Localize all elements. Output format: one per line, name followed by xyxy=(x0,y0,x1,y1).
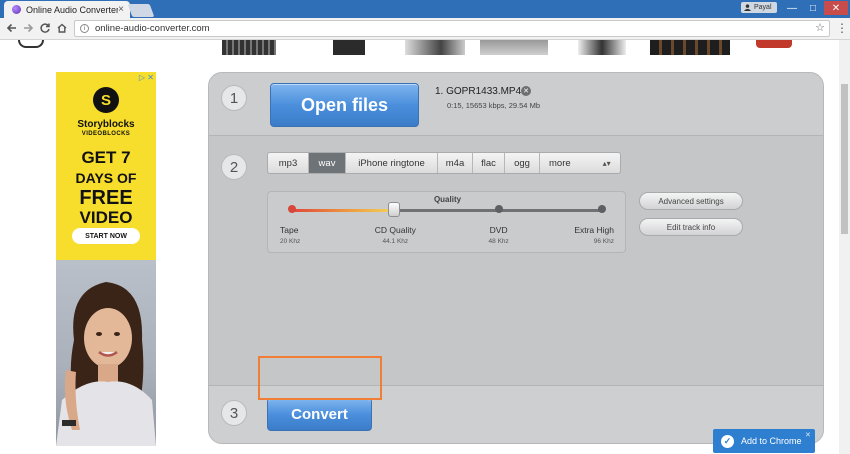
banner-product-image[interactable] xyxy=(405,40,465,55)
banner-product-image[interactable] xyxy=(756,40,792,48)
format-more-dropdown[interactable]: more ▴▾ xyxy=(540,153,620,173)
format-selector: mp3 wav iPhone ringtone m4a flac ogg mor… xyxy=(267,152,621,174)
maximize-button[interactable]: □ xyxy=(803,1,823,15)
edit-track-info-button[interactable]: Edit track info xyxy=(639,218,743,236)
site-logo-icon[interactable] xyxy=(18,40,44,48)
quality-track-fill xyxy=(292,209,395,212)
ad-headline-line: FREE xyxy=(79,187,133,209)
profile-name: Payal xyxy=(754,4,772,11)
close-popup-icon[interactable]: ✕ xyxy=(805,431,811,439)
remove-file-icon[interactable]: ✕ xyxy=(521,86,531,96)
quality-stop-tape: Tape xyxy=(280,225,299,235)
browser-tab[interactable]: Online Audio Converter × xyxy=(4,1,130,18)
quality-stop-dvd: DVD xyxy=(489,225,508,235)
reload-icon[interactable] xyxy=(37,20,53,36)
quality-tick[interactable] xyxy=(494,205,503,213)
quality-tick[interactable] xyxy=(598,205,606,213)
file-meta: 0:15, 15653 kbps, 29.54 Mb xyxy=(447,101,540,110)
quality-stop-khz: 96 Khz xyxy=(593,238,614,245)
quality-stop-cd: CD Quality xyxy=(374,225,416,235)
star-icon[interactable]: ☆ xyxy=(815,21,825,34)
page-scrollbar[interactable] xyxy=(839,40,850,454)
format-wav[interactable]: wav xyxy=(309,153,346,173)
minimize-button[interactable]: — xyxy=(782,1,802,15)
tab-title: Online Audio Converter xyxy=(26,4,119,15)
step-2-number: 2 xyxy=(221,154,247,180)
tab-close-icon[interactable]: × xyxy=(118,4,124,15)
format-iphone-ringtone[interactable]: iPhone ringtone xyxy=(346,153,438,173)
quality-stop-khz: 48 Khz xyxy=(488,238,509,245)
back-arrow-icon[interactable] xyxy=(4,20,20,36)
banner-product-image[interactable] xyxy=(578,40,626,55)
convert-button-highlight xyxy=(258,356,382,400)
advertisement[interactable]: ▷ ✕ S Storyblocks VIDEOBLOCKS GET 7 DAYS… xyxy=(56,72,156,446)
quality-slider-handle[interactable] xyxy=(388,202,401,217)
user-icon xyxy=(744,4,751,11)
menu-dots-icon[interactable]: ⋮ xyxy=(836,21,848,35)
format-more-label: more xyxy=(549,157,571,169)
dropdown-arrows-icon: ▴▾ xyxy=(602,158,611,168)
address-bar[interactable]: i online-audio-converter.com ☆ xyxy=(74,20,830,37)
format-m4a[interactable]: m4a xyxy=(438,153,473,173)
close-window-button[interactable]: ✕ xyxy=(824,1,848,15)
banner-product-image[interactable] xyxy=(222,40,276,55)
ad-cta-button[interactable]: START NOW xyxy=(72,228,140,244)
open-files-button[interactable]: Open files xyxy=(270,83,419,127)
format-flac[interactable]: flac xyxy=(473,153,505,173)
woman-portrait-image xyxy=(56,282,156,446)
new-tab-button[interactable] xyxy=(127,4,155,17)
quality-stop-khz: 44.1 Khz xyxy=(382,238,409,245)
forward-arrow-icon[interactable] xyxy=(20,20,36,36)
format-ogg[interactable]: ogg xyxy=(505,153,540,173)
chrome-extension-icon: ✓ xyxy=(721,434,734,448)
banner-product-image[interactable] xyxy=(480,40,548,55)
url-text: online-audio-converter.com xyxy=(95,23,210,34)
home-icon[interactable] xyxy=(54,20,70,36)
quality-title: Quality xyxy=(433,195,462,204)
add-to-chrome-label: Add to Chrome xyxy=(741,436,802,446)
banner-product-image[interactable] xyxy=(333,40,365,55)
ad-banner[interactable]: ▷ ✕ S Storyblocks VIDEOBLOCKS GET 7 DAYS… xyxy=(56,72,156,260)
info-icon[interactable]: i xyxy=(80,24,89,33)
advanced-settings-button[interactable]: Advanced settings xyxy=(639,192,743,210)
file-name: 1. GOPR1433.MP4 xyxy=(435,86,522,97)
ad-choices-icon[interactable]: ▷ ✕ xyxy=(139,73,154,82)
step-1-number: 1 xyxy=(221,85,247,111)
quality-slider-box: Quality Tape 20 Khz CD Quality 44.1 Khz DVD 4… xyxy=(267,191,626,253)
banner-product-image[interactable] xyxy=(650,40,730,55)
ad-headline-line: GET 7 xyxy=(81,148,131,167)
ad-headline: GET 7 DAYS OF FREE VIDEO xyxy=(56,148,156,228)
ad-logo-icon: S xyxy=(93,87,119,113)
step-3-number: 3 xyxy=(221,400,247,426)
add-to-chrome-button[interactable]: ✓ Add to Chrome ✕ xyxy=(713,429,815,453)
scrollbar-thumb[interactable] xyxy=(841,84,848,234)
ad-headline-line: DAYS OF xyxy=(75,170,137,186)
ad-headline-line: VIDEO xyxy=(79,208,133,227)
format-mp3[interactable]: mp3 xyxy=(268,153,309,173)
ad-photo[interactable] xyxy=(56,260,156,446)
ad-brand: Storyblocks xyxy=(77,119,135,130)
convert-button[interactable]: Convert xyxy=(267,398,372,431)
profile-button[interactable]: Payal xyxy=(741,2,777,13)
site-favicon-icon xyxy=(12,5,21,14)
quality-tick[interactable] xyxy=(288,205,296,213)
ad-brand-sub: VIDEOBLOCKS xyxy=(81,131,131,137)
browser-titlebar: Online Audio Converter × Payal — □ ✕ xyxy=(0,0,850,18)
quality-track[interactable] xyxy=(292,209,602,212)
quality-stop-khz: 20 Khz xyxy=(280,238,301,245)
browser-toolbar: i online-audio-converter.com ☆ ⋮ xyxy=(0,18,850,40)
quality-stop-extra-high: Extra High xyxy=(574,225,614,235)
